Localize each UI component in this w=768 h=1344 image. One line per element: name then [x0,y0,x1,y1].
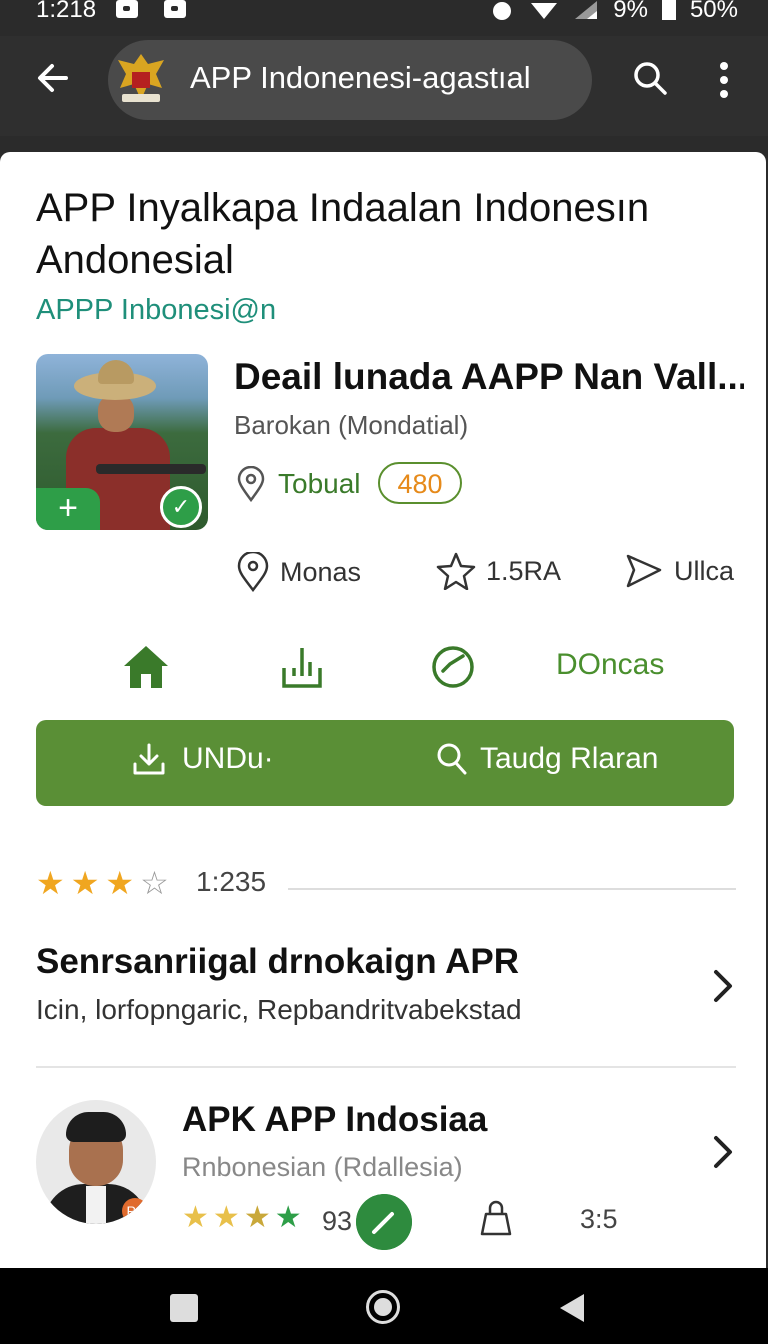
star-outline-icon [436,552,476,590]
star-filled-icon: ★ [274,1201,302,1234]
recents-icon[interactable] [170,1294,198,1322]
notification-icon [116,0,138,18]
home-button-icon[interactable] [366,1290,400,1324]
status-indicators: 9% 50% [489,0,738,24]
alarm-icon [493,2,512,20]
download-button[interactable]: UNDu· [132,742,274,776]
related-rating-value: 93 [322,1206,353,1236]
upload-chart-icon[interactable] [280,642,324,692]
related-app-card[interactable]: P2 APK APP Indosiaa Rnbonesian (Rdallesi… [36,1096,736,1250]
share-icon [626,554,662,588]
notification-icon [164,0,186,18]
meta-rating[interactable]: 1.5RA [436,552,561,590]
download-button-label: UNDu· [182,742,274,775]
garuda-emblem-icon [118,54,164,102]
pin-icon [237,552,269,592]
star-filled-icon: ★ [212,1201,240,1234]
signal-icon [575,1,598,19]
location-pin-icon [237,466,265,502]
battery-percent: 9% [613,0,648,23]
star-filled-icon: ★ [105,865,135,901]
add-icon[interactable]: + [36,488,100,530]
page-title: APP Inyalkapa Indaalan Indonesın Andones… [36,186,650,282]
rating-value: 1:235 [196,866,267,897]
app-bar: APP Indonenesi-agastıal [0,36,768,136]
home-icon[interactable] [122,642,170,692]
status-bar: 1:218 9% 50% [0,0,768,36]
edit-fab-icon[interactable] [356,1194,412,1250]
chevron-right-icon[interactable] [708,1132,736,1172]
search-icon[interactable] [632,60,668,96]
app-developer[interactable]: Barokan (Mondatial) [234,410,468,441]
divider [36,1066,736,1068]
bag-icon [480,1200,512,1236]
star-outline-icon: ☆ [140,865,169,901]
app-name: Deail lunada AAPP Nan Vall.... [234,356,744,397]
search-button-label: Taudg Rlaran [480,742,659,775]
avatar-shirt [86,1186,106,1224]
meta-location-label: Monas [280,556,362,587]
search-button[interactable]: Taudg Rlaran [436,742,658,776]
avatar-hair [66,1112,126,1142]
actions-label[interactable]: DOncas [556,648,664,682]
primary-action-bar: UNDu· Taudg Rlaran [36,720,734,806]
rating-stars: ★ ★ ★ ☆ [36,864,169,902]
count-badge: 480 [378,462,462,504]
star-filled-icon: ★ [182,1201,209,1234]
avatar-tag: P2 [122,1198,148,1224]
more-vert-icon[interactable] [714,60,734,100]
section-row[interactable]: Senrsanriigal drnokaign APR Icin, lorfop… [36,942,736,1042]
star-filled-icon: ★ [243,1201,271,1234]
battery-icon [661,0,676,20]
rating-row: ★ ★ ★ ☆ 1:235 [36,864,736,904]
related-size: 3:5 [580,1204,618,1234]
check-circle-icon[interactable] [430,642,476,692]
chevron-right-icon[interactable] [708,966,736,1006]
system-nav-bar [0,1268,768,1344]
back-arrow-icon[interactable] [36,60,72,96]
section-description: Icin, lorfopngaric, Repbandritvabekstad [36,994,522,1025]
status-time: 1:218 [36,0,97,23]
wifi-icon [531,3,558,19]
meta-rating-label: 1.5RA [486,555,562,586]
status-percent: 50% [689,0,738,23]
verified-check-icon: ✓ [160,486,202,528]
meta-location[interactable]: Monas [236,552,361,592]
star-filled-icon: ★ [70,865,100,901]
back-triangle-icon[interactable] [560,1294,584,1322]
thumbnail-hat-top [98,360,134,384]
section-heading: Senrsanriigal drnokaign APR [36,942,519,981]
location-label[interactable]: Tobual [278,468,361,500]
app-thumbnail[interactable]: + ✓ [36,354,208,530]
search-icon [437,743,467,775]
avatar: P2 [36,1100,156,1224]
download-icon [133,743,165,775]
content-sheet: APP Inyalkapa Indaalan Indonesın Andones… [0,152,766,1268]
thumbnail-rifle [96,464,206,474]
star-filled-icon: ★ [36,865,65,901]
related-rating-stars: ★ ★ ★ ★ [182,1200,302,1235]
related-app-subtitle: Rnbonesian (Rdallesia) [182,1152,463,1182]
meta-share[interactable]: Ullca [624,552,734,590]
rating-divider [288,888,736,890]
page-subtitle[interactable]: APPP Inbonesi@n [36,294,276,327]
related-app-name: APK APP Indosiaa [182,1100,488,1139]
meta-share-label: Ullca [674,555,735,586]
app-bar-title: APP Indonenesi-agastıal [190,60,531,95]
